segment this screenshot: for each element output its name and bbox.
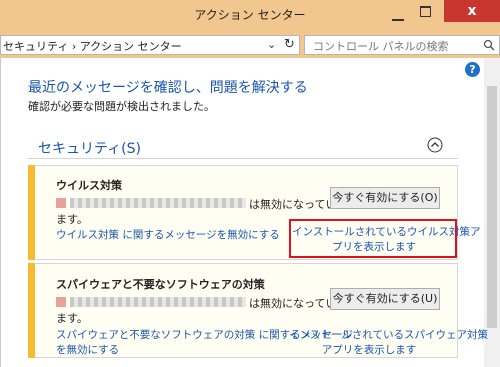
address-bar: セキュリティ › アクション センター ⌄ ↻ コントロール パネルの検索 xyxy=(0,32,500,58)
view-antispyware-apps-link-line2[interactable]: アプリを表示します xyxy=(289,342,449,357)
title-bar: アクション センター x xyxy=(0,0,500,32)
search-input[interactable]: コントロール パネルの検索 xyxy=(304,35,500,55)
app-icon xyxy=(56,297,66,307)
warning-stripe xyxy=(28,165,35,260)
maximize-button[interactable] xyxy=(420,6,431,17)
warning-stripe xyxy=(28,263,35,358)
close-button[interactable]: x xyxy=(444,0,500,22)
refresh-icon[interactable]: ↻ xyxy=(284,37,295,52)
antispyware-status: は無効になってい xyxy=(249,297,337,310)
disable-antivirus-messages-link[interactable]: ウイルス対策 に関するメッセージを無効にする xyxy=(56,227,280,242)
antivirus-status: は無効になってい xyxy=(249,198,337,211)
breadcrumb[interactable]: セキュリティ › アクション センター xyxy=(3,38,182,54)
view-antispyware-apps-link-line1[interactable]: インストールされているスパイウェア対策 xyxy=(289,327,488,342)
highlight-box xyxy=(289,219,457,258)
search-placeholder: コントロール パネルの検索 xyxy=(313,40,449,53)
chevron-down-icon[interactable]: ⌄ xyxy=(267,38,276,51)
collapse-icon[interactable] xyxy=(427,137,443,153)
scrollbar-thumb[interactable] xyxy=(487,86,497,328)
scrollbar[interactable] xyxy=(484,58,500,367)
antivirus-status-line2: ます。 xyxy=(56,213,88,226)
minimize-button[interactable] xyxy=(392,7,410,21)
search-icon[interactable] xyxy=(483,39,495,51)
address-field[interactable]: セキュリティ › アクション センター ⌄ ↻ xyxy=(0,35,300,55)
view-antispyware-apps-link[interactable]: インストールされているスパイウェア対策 アプリを表示します xyxy=(289,327,488,357)
enable-antispyware-button[interactable]: 今すぐ有効にする(U) xyxy=(330,288,440,310)
page-subtitle: 確認が必要な問題が検出されました。 xyxy=(28,100,215,113)
antispyware-status-line2: ます。 xyxy=(56,312,88,325)
section-title-security[interactable]: セキュリティ(S) xyxy=(38,138,141,158)
redacted-text xyxy=(70,198,246,208)
section-divider xyxy=(28,158,458,159)
redacted-text xyxy=(70,297,246,307)
enable-antivirus-button[interactable]: 今すぐ有効にする(O) xyxy=(330,187,440,209)
antispyware-title: スパイウェアと不要なソフトウェアの対策 xyxy=(56,278,265,291)
antivirus-title: ウイルス対策 xyxy=(56,179,122,192)
page-title: 最近のメッセージを確認し、問題を解決する xyxy=(28,80,308,96)
help-icon[interactable]: ? xyxy=(465,62,480,77)
app-icon xyxy=(56,198,66,208)
